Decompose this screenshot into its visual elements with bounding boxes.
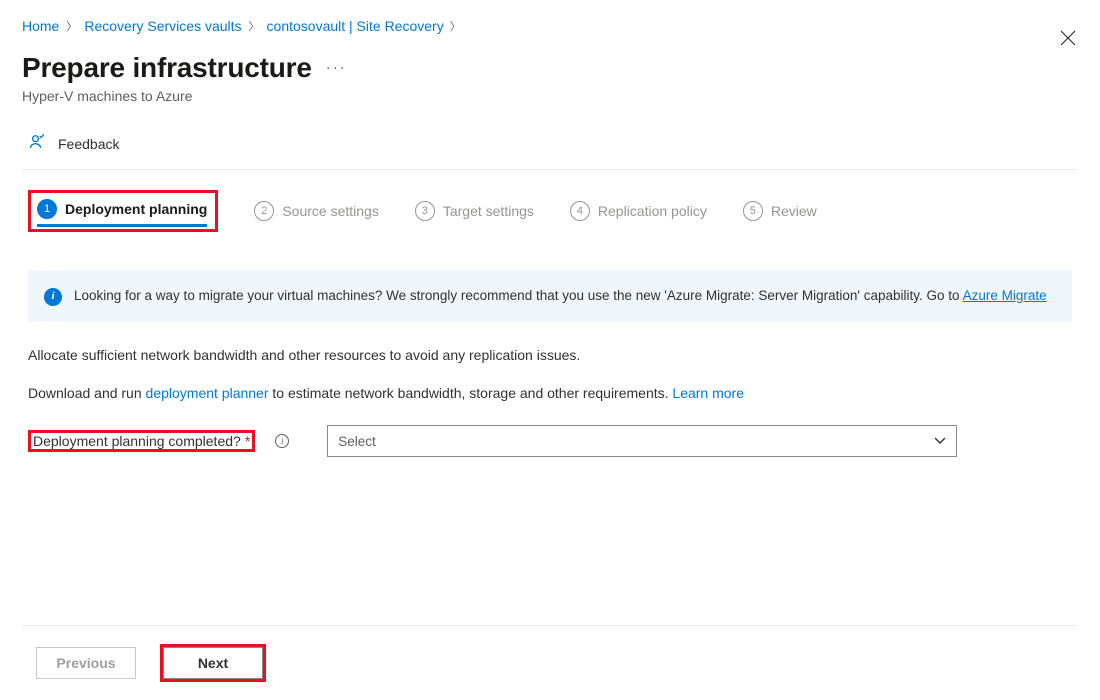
wizard-footer: Previous Next — [22, 625, 1078, 682]
breadcrumb-home[interactable]: Home — [22, 18, 59, 34]
deployment-planner-link[interactable]: deployment planner — [146, 385, 269, 401]
deployment-planning-select[interactable]: Select — [327, 425, 957, 457]
info-text: Looking for a way to migrate your virtua… — [74, 288, 963, 303]
close-button[interactable] — [1060, 30, 1076, 49]
breadcrumb: Home 〉 Recovery Services vaults 〉 contos… — [22, 18, 1078, 34]
step-label: Target settings — [443, 203, 534, 219]
tab-review[interactable]: 5 Review — [743, 201, 817, 221]
breadcrumb-vaults[interactable]: Recovery Services vaults — [84, 18, 241, 34]
chevron-right-icon: 〉 — [450, 18, 461, 34]
text-fragment: to estimate network bandwidth, storage a… — [269, 385, 673, 401]
required-indicator: * — [245, 433, 250, 449]
step-label: Source settings — [282, 203, 379, 219]
tab-replication-policy[interactable]: 4 Replication policy — [570, 201, 707, 221]
feedback-button[interactable]: Feedback — [22, 128, 1078, 169]
step-number-icon: 2 — [254, 201, 274, 221]
more-actions-button[interactable]: ··· — [326, 59, 347, 78]
page-subtitle: Hyper-V machines to Azure — [22, 88, 1078, 104]
select-placeholder: Select — [338, 434, 376, 449]
azure-migrate-link[interactable]: Azure Migrate — [963, 288, 1047, 303]
chevron-right-icon: 〉 — [248, 18, 261, 34]
learn-more-link[interactable]: Learn more — [672, 385, 744, 401]
step-label: Deployment planning — [65, 201, 207, 217]
chevron-right-icon: 〉 — [65, 18, 78, 34]
field-label: Deployment planning completed? — [33, 433, 241, 449]
step-number-icon: 1 — [37, 199, 57, 219]
body-para-1: Allocate sufficient network bandwidth an… — [28, 346, 1072, 366]
tab-deployment-planning[interactable]: 1 Deployment planning — [37, 199, 207, 219]
next-button[interactable]: Next — [163, 647, 263, 679]
breadcrumb-vault-detail[interactable]: contosovault | Site Recovery — [267, 18, 444, 34]
step-number-icon: 5 — [743, 201, 763, 221]
info-banner: i Looking for a way to migrate your virt… — [28, 270, 1072, 322]
feedback-label: Feedback — [58, 136, 119, 152]
info-tooltip-icon[interactable]: i — [275, 434, 289, 448]
tab-source-settings[interactable]: 2 Source settings — [254, 201, 379, 221]
chevron-down-icon — [934, 434, 946, 448]
feedback-icon — [28, 132, 48, 155]
field-deployment-planning: Deployment planning completed? * i Selec… — [28, 425, 1072, 457]
info-icon: i — [44, 288, 62, 306]
body-para-2: Download and run deployment planner to e… — [28, 384, 1072, 404]
step-label: Review — [771, 203, 817, 219]
wizard-steps: 1 Deployment planning 2 Source settings … — [22, 170, 1078, 242]
tab-target-settings[interactable]: 3 Target settings — [415, 201, 534, 221]
step-number-icon: 3 — [415, 201, 435, 221]
step-number-icon: 4 — [570, 201, 590, 221]
previous-button: Previous — [36, 647, 136, 679]
page-title: Prepare infrastructure — [22, 52, 312, 84]
tab-content: i Looking for a way to migrate your virt… — [22, 270, 1078, 457]
step-label: Replication policy — [598, 203, 707, 219]
text-fragment: Download and run — [28, 385, 146, 401]
